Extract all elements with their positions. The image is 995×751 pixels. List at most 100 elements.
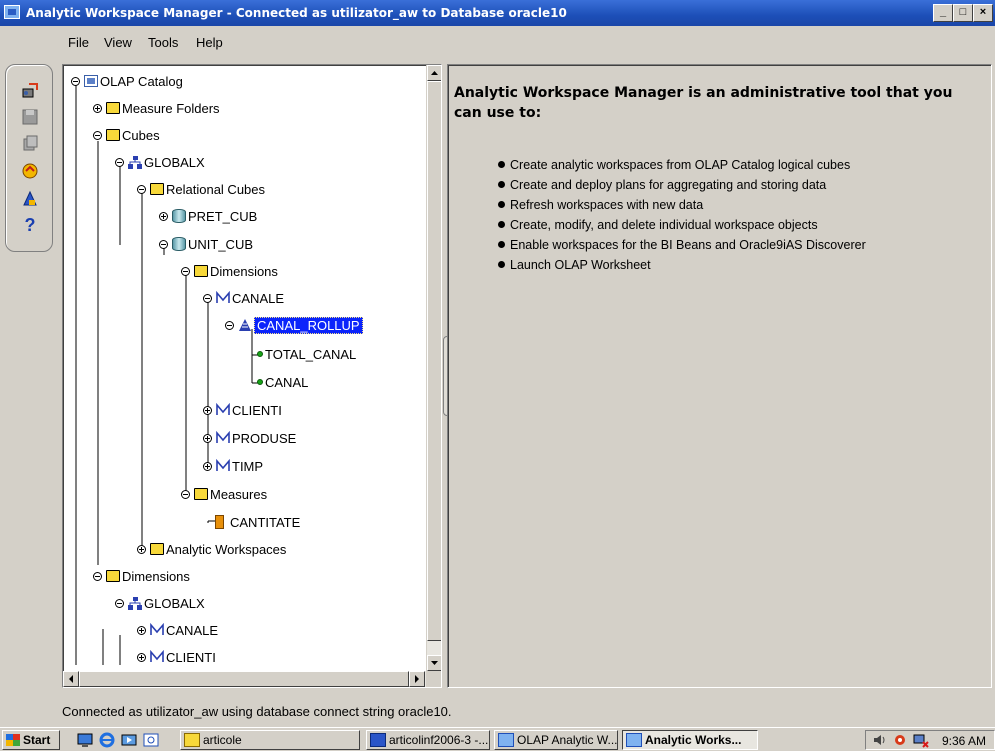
expand-icon[interactable]	[159, 211, 168, 221]
taskbar-word-doc[interactable]: articolinf2006-3 -...	[366, 730, 490, 750]
app-icon	[4, 5, 20, 19]
taskbar-articole[interactable]: articole	[180, 730, 360, 750]
scroll-down-button[interactable]	[427, 655, 441, 671]
tree-node-produse[interactable]: PRODUSE	[203, 427, 296, 449]
collapse-icon[interactable]	[203, 293, 212, 303]
expand-icon[interactable]	[203, 405, 212, 415]
save-icon[interactable]	[20, 107, 40, 127]
desktop-icon[interactable]	[76, 731, 94, 749]
info-list-item: Refresh workspaces with new data	[498, 195, 866, 215]
tree-node-total-canal[interactable]: TOTAL_CANAL	[257, 343, 356, 365]
tree-node-globalx-dim[interactable]: GLOBALX	[115, 592, 205, 614]
tree-node-timp[interactable]: TIMP	[203, 455, 263, 477]
collapse-icon[interactable]	[181, 266, 190, 276]
copy-icon[interactable]	[20, 133, 40, 153]
taskbar-analytic-workspace[interactable]: Analytic Works...	[622, 730, 758, 750]
taskbar-label: Analytic Works...	[645, 733, 742, 747]
hscroll-thumb[interactable]	[79, 671, 409, 687]
info-title: Analytic Workspace Manager is an adminis…	[454, 85, 953, 121]
tree-node-cubes[interactable]: Cubes	[93, 124, 160, 146]
volume-icon[interactable]	[872, 733, 888, 747]
info-list: Create analytic workspaces from OLAP Cat…	[498, 155, 866, 275]
tree-label: UNIT_CUB	[188, 236, 254, 252]
close-button[interactable]: ×	[973, 4, 993, 22]
tree-node-unit-cub[interactable]: UNIT_CUB	[159, 233, 253, 255]
wizard-icon[interactable]	[20, 189, 40, 209]
tree-label: CANTITATE	[230, 514, 301, 530]
taskbar-label: articolinf2006-3 -...	[389, 733, 489, 747]
tree-label: Analytic Workspaces	[166, 541, 287, 557]
level-icon	[257, 379, 263, 385]
tree-node-measure-folders[interactable]: Measure Folders	[93, 97, 220, 119]
collapse-icon[interactable]	[225, 320, 234, 330]
connect-icon[interactable]	[20, 81, 40, 101]
tree-node-pret-cub[interactable]: PRET_CUB	[159, 205, 257, 227]
windows-logo-icon	[6, 734, 20, 746]
collapse-icon[interactable]	[115, 157, 124, 167]
scroll-left-button[interactable]	[63, 671, 79, 687]
start-button[interactable]: Start	[2, 730, 60, 750]
disconnected-icon[interactable]	[912, 733, 930, 749]
collapse-icon[interactable]	[137, 184, 146, 194]
tree-label: PRET_CUB	[188, 208, 258, 224]
collapse-icon[interactable]	[93, 571, 102, 581]
scroll-up-button[interactable]	[427, 65, 441, 81]
tree-node-clienti-dim[interactable]: CLIENTI	[137, 646, 216, 668]
scroll-thumb[interactable]	[427, 81, 441, 641]
maximize-button[interactable]: □	[953, 4, 973, 22]
tree-node-canale-dim[interactable]: CANALE	[137, 619, 218, 641]
info-list-item: Create analytic workspaces from OLAP Cat…	[498, 155, 866, 175]
expand-icon[interactable]	[203, 433, 212, 443]
expand-icon[interactable]	[93, 103, 102, 113]
tree-node-cantitate[interactable]: CANTITATE	[215, 511, 300, 533]
collapse-icon[interactable]	[93, 130, 102, 140]
minimize-button[interactable]: _	[933, 4, 953, 22]
menu-view[interactable]: View	[104, 35, 132, 50]
navigator-tree-panel: OLAP Catalog Measure Folders Cubes GLOBA…	[62, 64, 442, 688]
catalog-icon	[84, 75, 98, 87]
explorer-icon[interactable]	[142, 731, 160, 749]
navigator-tree: OLAP Catalog Measure Folders Cubes GLOBA…	[63, 65, 427, 671]
expand-icon[interactable]	[137, 652, 146, 662]
menu-file[interactable]: File	[68, 35, 89, 50]
expand-icon[interactable]	[203, 461, 212, 471]
app-icon	[498, 733, 514, 747]
collapse-icon[interactable]	[115, 598, 124, 608]
tree-node-canal[interactable]: CANAL	[257, 371, 308, 393]
arrow-up-icon	[431, 71, 438, 75]
reload-icon[interactable]	[20, 161, 40, 181]
tree-label: Dimensions	[122, 568, 190, 584]
expand-icon[interactable]	[137, 544, 146, 554]
tree-node-clienti[interactable]: CLIENTI	[203, 399, 282, 421]
taskbar-olap-analytic[interactable]: OLAP Analytic W...	[494, 730, 618, 750]
tree-node-analytic-workspaces[interactable]: Analytic Workspaces	[137, 538, 286, 560]
collapse-icon[interactable]	[181, 489, 190, 499]
scroll-right-button[interactable]	[409, 671, 425, 687]
clock: 9:36 AM	[941, 734, 986, 748]
expand-icon[interactable]	[137, 625, 146, 635]
tree-node-measures[interactable]: Measures	[181, 483, 267, 505]
database-icon	[172, 209, 186, 223]
tree-node-globalx[interactable]: GLOBALX	[115, 151, 205, 173]
ie-icon[interactable]	[98, 731, 116, 749]
tree-node-olap-catalog[interactable]: OLAP Catalog	[71, 70, 183, 92]
tree-horizontal-scrollbar[interactable]	[63, 671, 427, 687]
collapse-icon[interactable]	[71, 76, 80, 86]
help-icon[interactable]: ?	[20, 215, 40, 235]
arrow-right-icon	[415, 675, 419, 683]
taskbar-label: articole	[203, 733, 242, 747]
folder-icon	[106, 129, 120, 141]
media-icon[interactable]	[120, 731, 138, 749]
collapse-icon[interactable]	[159, 239, 168, 249]
tree-node-canal-rollup[interactable]: CANAL_ROLLUP	[225, 314, 363, 336]
tree-node-dimensions-root[interactable]: Dimensions	[93, 565, 190, 587]
network-icon[interactable]	[892, 733, 908, 747]
tree-node-dimensions[interactable]: Dimensions	[181, 260, 278, 282]
menu-tools[interactable]: Tools	[148, 35, 178, 50]
tree-node-relational-cubes[interactable]: Relational Cubes	[137, 178, 265, 200]
menu-help[interactable]: Help	[196, 35, 223, 50]
dimension-icon	[216, 431, 230, 443]
tree-vertical-scrollbar[interactable]	[426, 65, 441, 671]
tree-label: GLOBALX	[144, 595, 205, 611]
tree-node-canale[interactable]: CANALE	[203, 287, 284, 309]
